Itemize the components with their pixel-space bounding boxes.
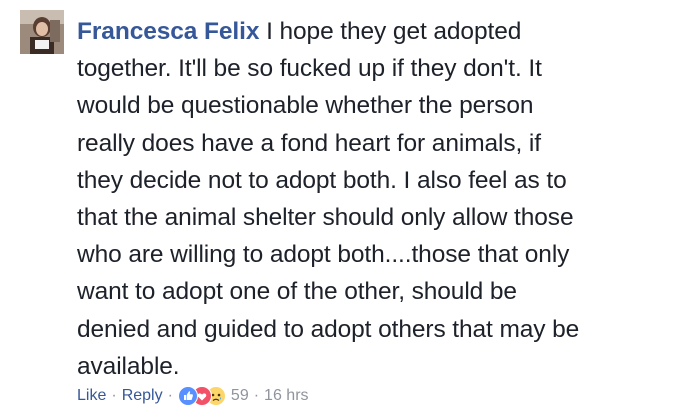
separator: · xyxy=(111,387,117,404)
like-icon xyxy=(177,386,198,406)
comment-line: available. xyxy=(77,352,180,380)
timestamp[interactable]: 16 hrs xyxy=(264,387,308,405)
author-name[interactable]: Francesca Felix xyxy=(77,18,259,45)
comment-actions: Like · Reply · 59 · 16 hrs xyxy=(77,385,309,407)
comment-line: want to adopt one of the other, should b… xyxy=(77,278,517,306)
reactions-summary[interactable]: 59 xyxy=(177,386,249,406)
comment-body: Francesca Felix I hope they get adopted … xyxy=(77,13,687,385)
comment-line: would be questionable whether the person xyxy=(77,92,534,120)
avatar[interactable] xyxy=(20,10,64,54)
separator: · xyxy=(253,387,260,404)
comment: Francesca Felix I hope they get adopted … xyxy=(0,0,700,418)
comment-line: I hope they get adopted xyxy=(266,18,522,45)
avatar-image xyxy=(20,10,64,54)
comment-line: denied and guided to adopt others that m… xyxy=(77,315,580,343)
comment-line: they decide not to adopt both. I also fe… xyxy=(77,166,567,194)
comment-line: that the animal shelter should only allo… xyxy=(77,204,574,232)
comment-line: together. It'll be so fucked up if they … xyxy=(77,55,542,83)
like-link[interactable]: Like xyxy=(77,387,106,405)
comment-text: Francesca Felix I hope they get adopted … xyxy=(77,13,687,385)
reaction-icons xyxy=(177,386,228,406)
comment-line: really does have a fond heart for animal… xyxy=(77,129,541,157)
reply-link[interactable]: Reply xyxy=(122,387,163,405)
comment-line: who are willing to adopt both....those t… xyxy=(77,241,570,269)
separator: · xyxy=(167,387,173,404)
reaction-count: 59 xyxy=(230,387,249,404)
